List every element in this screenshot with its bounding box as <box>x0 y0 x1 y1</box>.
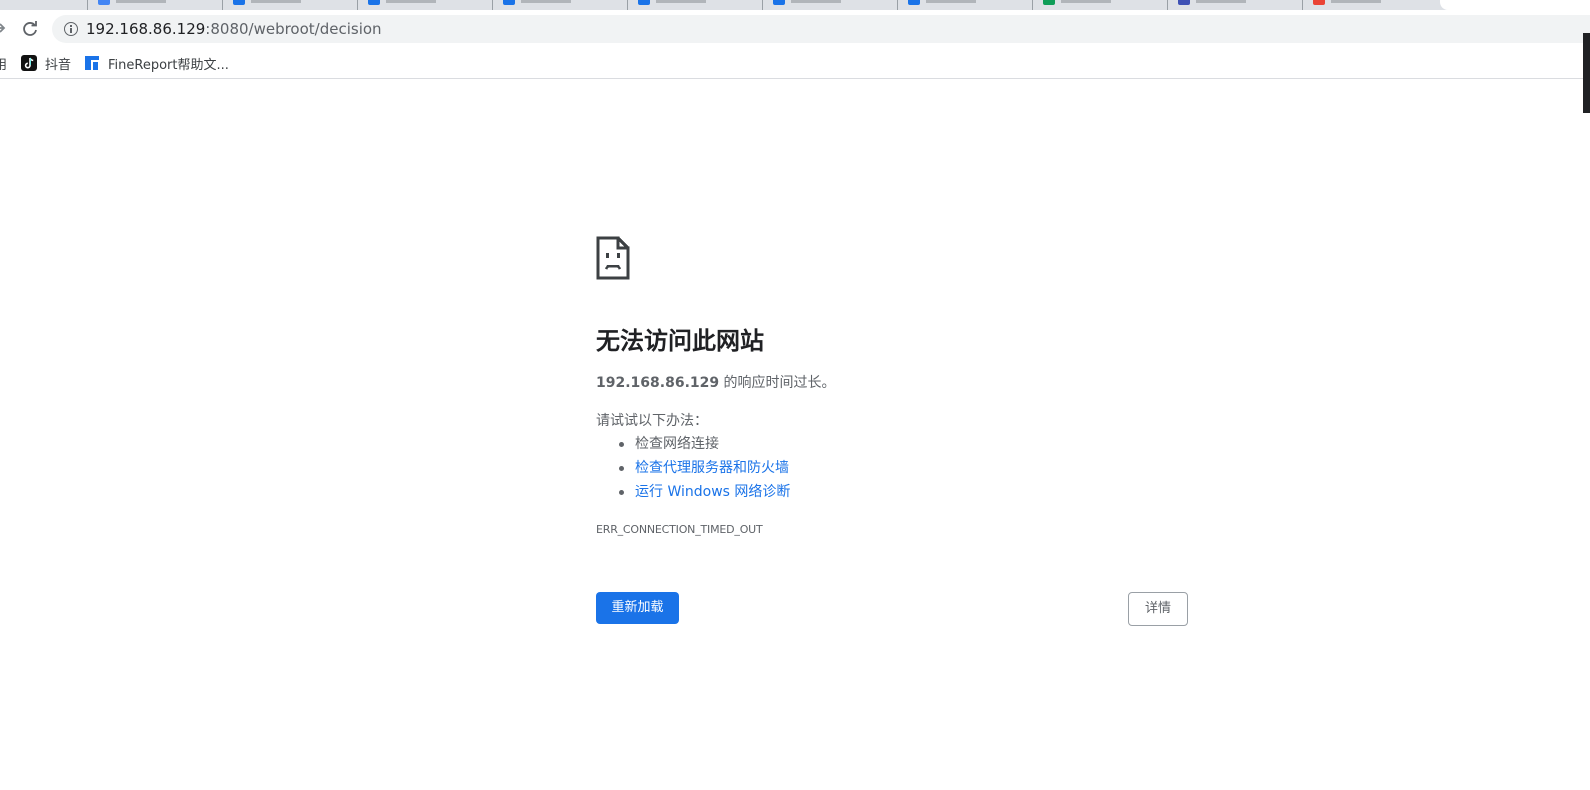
check-proxy-firewall-link[interactable]: 检查代理服务器和防火墙 <box>635 460 789 476</box>
tab-favicon-icon <box>503 0 515 5</box>
tab-title <box>926 0 976 3</box>
error-summary-text: 的响应时间过长。 <box>719 375 836 391</box>
tab-favicon-icon <box>638 0 650 5</box>
browser-tab[interactable] <box>0 0 88 10</box>
browser-toolbar: 192.168.86.129:8080/webroot/decision <box>0 10 1590 47</box>
tab-title <box>791 0 841 3</box>
browser-tab[interactable] <box>1303 0 1440 10</box>
browser-tab[interactable] <box>1033 0 1168 10</box>
tab-favicon-icon <box>773 0 785 5</box>
tab-title <box>1061 0 1111 3</box>
suggestion-item: 检查代理服务器和防火墙 <box>596 458 790 482</box>
browser-tab[interactable] <box>358 0 493 10</box>
suggestion-check-network: 检查网络连接 <box>635 436 719 452</box>
url-host: 192.168.86.129 <box>86 20 206 38</box>
douyin-icon <box>21 55 37 71</box>
active-browser-tab[interactable] <box>1440 0 1590 10</box>
tab-title <box>116 0 166 3</box>
reload-button[interactable]: 重新加载 <box>596 592 679 624</box>
browser-tab[interactable] <box>223 0 358 10</box>
browser-tab[interactable] <box>628 0 763 10</box>
bookmark-douyin[interactable]: 抖音 <box>21 53 71 73</box>
tab-title <box>386 0 436 3</box>
error-code: ERR_CONNECTION_TIMED_OUT <box>596 523 763 536</box>
forward-arrow-icon[interactable] <box>0 19 10 37</box>
details-button[interactable]: 详情 <box>1128 592 1188 626</box>
bookmark-label: 用 <box>0 57 8 73</box>
suggestion-item: 运行 Windows 网络诊断 <box>596 482 790 506</box>
suggestion-item: 检查网络连接 <box>596 434 790 458</box>
browser-tab[interactable] <box>898 0 1033 10</box>
tab-favicon-icon <box>1313 0 1325 5</box>
side-panel-edge <box>1583 33 1590 113</box>
browser-tab[interactable] <box>1168 0 1303 10</box>
tab-title <box>521 0 571 3</box>
tab-strip <box>0 0 1590 10</box>
suggestions-list: 检查网络连接 检查代理服务器和防火墙 运行 Windows 网络诊断 <box>596 434 790 506</box>
url-path: :8080/webroot/decision <box>205 20 382 38</box>
error-summary: 192.168.86.129 的响应时间过长。 <box>596 373 836 393</box>
browser-tab[interactable] <box>763 0 898 10</box>
tab-favicon-icon <box>368 0 380 5</box>
reload-icon[interactable] <box>18 17 42 41</box>
error-host: 192.168.86.129 <box>596 375 720 391</box>
run-windows-diagnostics-link[interactable]: 运行 Windows 网络诊断 <box>635 484 790 500</box>
tab-favicon-icon <box>98 0 110 5</box>
tab-title <box>656 0 706 3</box>
bookmarks-bar: 用 抖音 FineReport帮助文... <box>0 47 1590 79</box>
bookmark-label: FineReport帮助文... <box>108 57 229 73</box>
tab-title <box>1331 0 1381 3</box>
tab-title <box>1196 0 1246 3</box>
browser-tab[interactable] <box>88 0 223 10</box>
tab-favicon-icon <box>908 0 920 5</box>
bookmark-apps[interactable]: 用 <box>0 53 7 73</box>
tab-title <box>251 0 301 3</box>
url-text[interactable]: 192.168.86.129:8080/webroot/decision <box>86 19 382 39</box>
error-title: 无法访问此网站 <box>596 327 764 355</box>
browser-tab[interactable] <box>493 0 628 10</box>
finereport-icon <box>84 55 100 71</box>
bookmark-finereport[interactable]: FineReport帮助文... <box>84 53 229 73</box>
suggestions-heading: 请试试以下办法： <box>596 413 708 429</box>
bookmark-label: 抖音 <box>45 57 72 73</box>
tab-favicon-icon <box>233 0 245 5</box>
info-icon[interactable] <box>64 22 78 36</box>
tab-favicon-icon <box>1178 0 1190 5</box>
address-bar[interactable]: 192.168.86.129:8080/webroot/decision <box>52 15 1590 43</box>
tab-favicon-icon <box>1043 0 1055 5</box>
sad-page-icon <box>596 236 630 280</box>
